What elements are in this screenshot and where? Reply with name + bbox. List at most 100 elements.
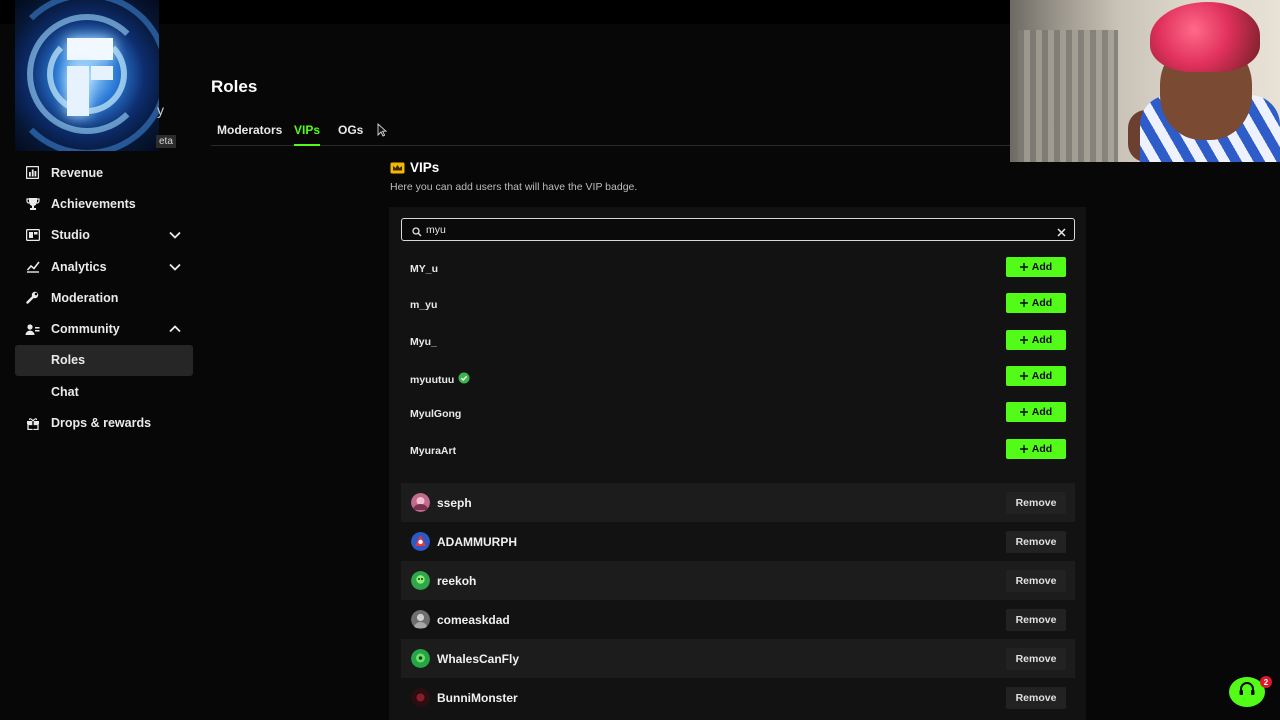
sidebar-item-roles[interactable]: Roles bbox=[15, 344, 193, 377]
avatar bbox=[411, 571, 430, 590]
roles-tabs: Moderators VIPs OGs bbox=[211, 119, 1010, 146]
channel-name-fragment: y bbox=[157, 102, 164, 118]
vip-list-row: ADAMMURPH Remove bbox=[401, 522, 1075, 561]
sidebar-item-community[interactable]: Community bbox=[15, 313, 193, 344]
sidebar-item-label: Moderation bbox=[51, 290, 119, 305]
result-username: Myu_ bbox=[410, 336, 437, 348]
vip-username: WhalesCanFly bbox=[437, 651, 520, 666]
remove-vip-button[interactable]: Remove bbox=[1006, 491, 1066, 514]
section-title: VIPs bbox=[410, 160, 440, 175]
remove-vip-button[interactable]: Remove bbox=[1006, 686, 1066, 709]
vip-list-row: comeaskdad Remove bbox=[401, 600, 1075, 639]
plus-icon bbox=[1019, 372, 1028, 380]
add-vip-button[interactable]: Add bbox=[1006, 293, 1066, 313]
trophy-icon bbox=[25, 196, 40, 211]
section-description: Here you can add users that will have th… bbox=[390, 181, 638, 193]
vip-username: BunniMonster bbox=[437, 690, 518, 705]
sidebar-nav: Revenue Achievements Studio Analytics Mo… bbox=[15, 157, 193, 439]
sidebar-item-label: Achievements bbox=[51, 196, 136, 211]
sidebar-item-label: Analytics bbox=[51, 259, 107, 274]
crown-icon bbox=[390, 161, 405, 179]
sidebar-item-label: Community bbox=[51, 322, 120, 337]
sidebar-item-achievements[interactable]: Achievements bbox=[15, 188, 193, 219]
avatar bbox=[411, 493, 430, 512]
analytics-icon bbox=[25, 259, 40, 274]
remove-vip-button[interactable]: Remove bbox=[1006, 647, 1066, 670]
remove-vip-button[interactable]: Remove bbox=[1006, 530, 1066, 553]
avatar bbox=[411, 649, 430, 668]
add-vip-button[interactable]: Add bbox=[1006, 439, 1066, 459]
tab-vips[interactable]: VIPs bbox=[294, 119, 321, 146]
wrench-icon bbox=[25, 290, 40, 305]
sidebar-item-label: Roles bbox=[51, 353, 86, 368]
sidebar-item-drops-rewards[interactable]: Drops & rewards bbox=[15, 407, 193, 438]
headset-icon bbox=[1238, 681, 1256, 703]
sidebar-item-analytics[interactable]: Analytics bbox=[15, 251, 193, 282]
add-vip-button[interactable]: Add bbox=[1006, 330, 1066, 350]
search-result-row: myuutuu Add bbox=[401, 362, 1075, 394]
vip-username: sseph bbox=[437, 495, 472, 510]
sidebar-item-chat[interactable]: Chat bbox=[15, 376, 193, 407]
vip-username: comeaskdad bbox=[437, 612, 510, 627]
verified-icon bbox=[458, 372, 470, 387]
search-result-row: m_yu Add bbox=[401, 289, 1075, 321]
search-icon bbox=[412, 224, 422, 242]
result-username: myuutuu bbox=[410, 373, 455, 386]
chevron-up-icon bbox=[169, 322, 181, 336]
remove-vip-button[interactable]: Remove bbox=[1006, 569, 1066, 592]
search-input[interactable] bbox=[426, 221, 1026, 238]
add-vip-button[interactable]: Add bbox=[1006, 366, 1066, 386]
chevron-down-icon bbox=[169, 260, 181, 274]
vip-list-row: BunniMonster Remove bbox=[401, 678, 1075, 717]
search-result-row: Myu_ Add bbox=[401, 326, 1075, 358]
vip-list-row: WhalesCanFly Remove bbox=[401, 639, 1075, 678]
search-result-row: MyulGong Add bbox=[401, 398, 1075, 430]
beta-badge: eta bbox=[156, 135, 176, 148]
result-username: MY_u bbox=[410, 263, 439, 275]
mouse-cursor-icon bbox=[377, 122, 388, 142]
add-vip-button[interactable]: Add bbox=[1006, 402, 1066, 422]
search-result-row: MyuraArt Add bbox=[401, 435, 1075, 467]
sidebar-item-studio[interactable]: Studio bbox=[15, 220, 193, 251]
plus-icon bbox=[1019, 336, 1028, 344]
remove-vip-button[interactable]: Remove bbox=[1006, 608, 1066, 631]
chevron-down-icon bbox=[169, 228, 181, 242]
user-search bbox=[401, 218, 1075, 241]
sidebar-item-label: Drops & rewards bbox=[51, 416, 152, 431]
search-result-row: MY_u Add bbox=[401, 253, 1075, 285]
avatar bbox=[411, 532, 430, 551]
notification-badge: 2 bbox=[1260, 676, 1272, 688]
gift-icon bbox=[25, 416, 40, 431]
sidebar-item-revenue[interactable]: Revenue bbox=[15, 157, 193, 188]
sidebar-item-label: Chat bbox=[51, 384, 79, 399]
add-vip-button[interactable]: Add bbox=[1006, 257, 1066, 277]
sidebar-item-label: Studio bbox=[51, 228, 90, 243]
result-username: m_yu bbox=[410, 299, 438, 311]
avatar bbox=[411, 688, 430, 707]
sidebar-item-moderation[interactable]: Moderation bbox=[15, 282, 193, 313]
add-button-label: Add bbox=[1031, 261, 1053, 273]
add-button-label: Add bbox=[1031, 443, 1053, 455]
vip-username: reekoh bbox=[437, 573, 477, 588]
result-username: MyuraArt bbox=[410, 445, 457, 457]
webcam-overlay bbox=[1010, 0, 1280, 162]
studio-icon bbox=[25, 228, 40, 243]
vip-username: ADAMMURPH bbox=[437, 534, 517, 549]
plus-icon bbox=[1019, 445, 1028, 453]
plus-icon bbox=[1019, 263, 1028, 271]
avatar bbox=[411, 610, 430, 629]
vip-list-row: reekoh Remove bbox=[401, 561, 1075, 600]
clear-search-icon[interactable] bbox=[1057, 224, 1066, 242]
tab-moderators[interactable]: Moderators bbox=[217, 119, 282, 146]
add-button-label: Add bbox=[1031, 334, 1053, 346]
add-button-label: Add bbox=[1031, 370, 1053, 382]
sidebar-item-label: Revenue bbox=[51, 165, 104, 180]
vip-list-row: sseph Remove bbox=[401, 483, 1075, 522]
result-username: MyulGong bbox=[410, 408, 462, 420]
community-icon bbox=[25, 322, 40, 337]
plus-icon bbox=[1019, 299, 1028, 307]
tab-ogs[interactable]: OGs bbox=[338, 119, 363, 146]
plus-icon bbox=[1019, 408, 1028, 416]
add-button-label: Add bbox=[1031, 297, 1053, 309]
channel-logo bbox=[15, 0, 159, 151]
